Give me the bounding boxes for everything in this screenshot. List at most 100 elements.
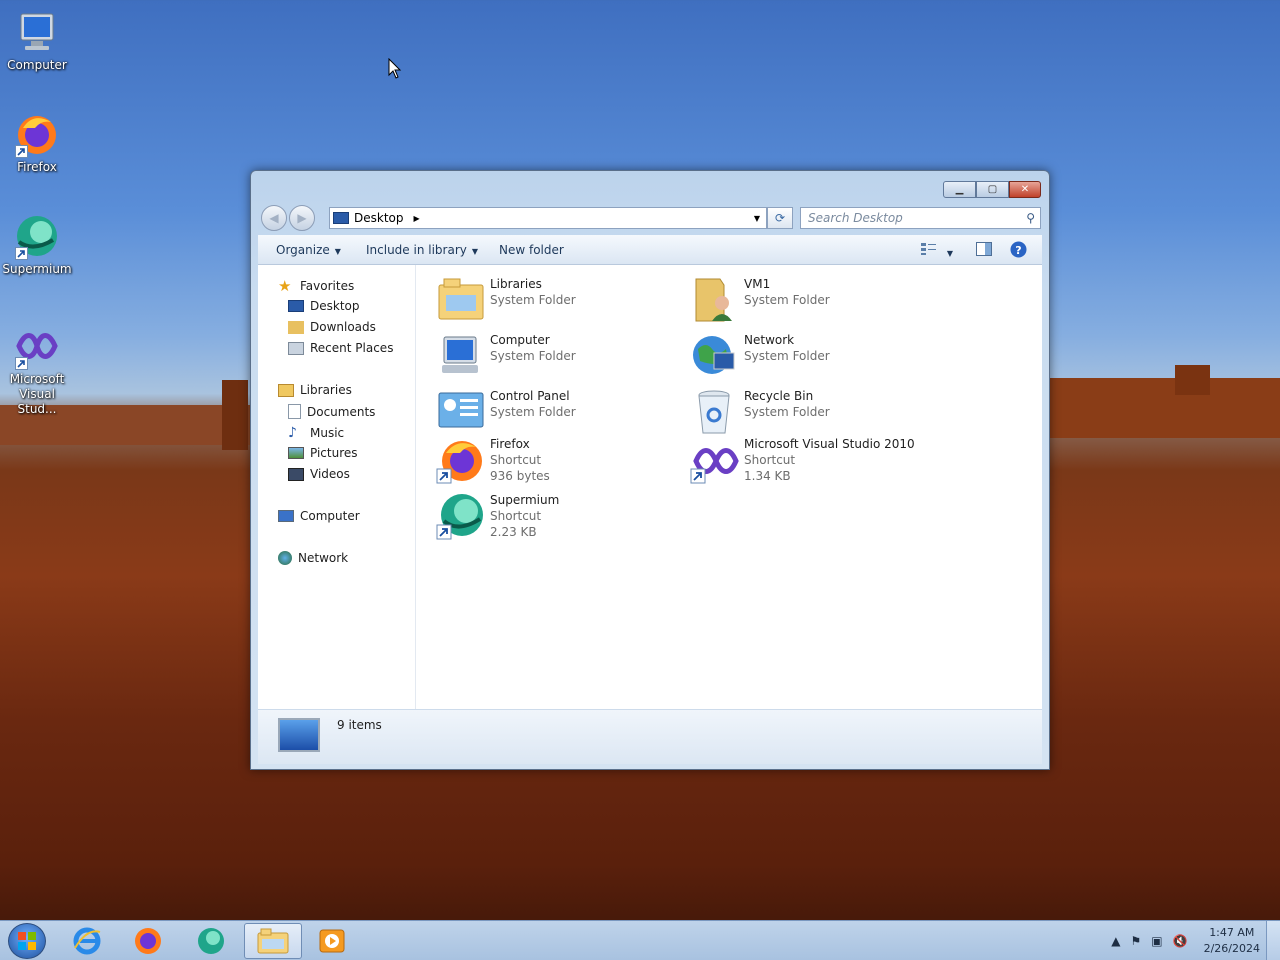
new-folder-button[interactable]: New folder: [499, 243, 564, 257]
desktop-icon-computer[interactable]: Computer: [0, 8, 74, 72]
breadcrumb-arrow-icon[interactable]: ▶: [414, 214, 420, 223]
desktop-location-icon: [333, 212, 349, 224]
minimize-button[interactable]: ▁: [943, 181, 976, 198]
folder-icon: [257, 928, 289, 954]
shortcut-arrow-icon: [15, 145, 28, 158]
file-item-supermium[interactable]: Supermium Shortcut 2.23 KB: [436, 491, 676, 541]
file-item-computer[interactable]: Computer System Folder: [436, 331, 676, 381]
nav-recent-places[interactable]: Recent Places: [288, 341, 393, 355]
chevron-down-icon: ▼: [334, 247, 341, 256]
file-type: Shortcut: [490, 509, 542, 523]
file-item-firefox[interactable]: Firefox Shortcut 936 bytes: [436, 435, 676, 485]
item-count: 9 items: [337, 718, 382, 732]
network-globe-icon: [690, 331, 740, 381]
nav-label: Recent Places: [310, 341, 394, 355]
taskbar-internet-explorer[interactable]: [58, 923, 116, 959]
start-button[interactable]: [8, 923, 46, 959]
svg-text:?: ?: [1015, 244, 1021, 257]
show-desktop-button[interactable]: [1266, 921, 1280, 960]
file-item-vm1[interactable]: VM1 System Folder: [690, 275, 930, 325]
taskbar-media-player[interactable]: [303, 923, 361, 959]
chevron-down-icon: ▼: [946, 249, 953, 258]
close-icon: ✕: [1020, 184, 1030, 195]
new-folder-label: New folder: [499, 243, 564, 257]
nav-label: Pictures: [310, 446, 358, 460]
file-name: Firefox: [490, 437, 530, 451]
desktop-icon-visual-studio[interactable]: Microsoft Visual Stud...: [0, 322, 74, 417]
nav-label: Libraries: [300, 383, 352, 397]
file-size: 936 bytes: [490, 469, 550, 483]
search-input[interactable]: Search Desktop ⚲: [800, 207, 1041, 229]
file-item-libraries[interactable]: Libraries System Folder: [436, 275, 676, 325]
recent-places-icon: [288, 341, 304, 355]
file-item-recycle-bin[interactable]: Recycle Bin System Folder: [690, 387, 930, 437]
computer-icon: [436, 331, 486, 381]
organize-button[interactable]: Organize ▼: [276, 243, 341, 257]
back-arrow-icon: ◀: [269, 211, 279, 225]
clock[interactable]: 1:47 AM 2/26/2024: [1204, 925, 1260, 957]
nav-videos[interactable]: Videos: [288, 467, 350, 481]
nav-label: Videos: [310, 467, 350, 481]
computer-icon: [13, 8, 61, 56]
chevron-down-icon: ▼: [471, 247, 479, 256]
supermium-icon: [436, 491, 486, 541]
background-mesa: [1175, 365, 1210, 395]
file-item-network[interactable]: Network System Folder: [690, 331, 930, 381]
taskbar-windows-explorer[interactable]: [244, 923, 302, 959]
maximize-button[interactable]: ▢: [976, 181, 1009, 198]
desktop-icon-firefox[interactable]: Firefox: [0, 110, 74, 174]
search-icon[interactable]: ⚲: [1026, 211, 1035, 225]
taskbar-supermium[interactable]: [182, 923, 240, 959]
desktop-icon-supermium[interactable]: Supermium: [0, 212, 74, 276]
volume-muted-icon[interactable]: 🔇: [1173, 934, 1188, 948]
nav-label: Music: [310, 426, 345, 440]
close-button[interactable]: ✕: [1009, 181, 1041, 198]
shortcut-arrow-icon: [15, 247, 28, 260]
supermium-icon: [198, 928, 224, 954]
file-name: Supermium: [490, 493, 560, 507]
address-dropdown-icon[interactable]: ▼: [754, 214, 760, 223]
nav-libraries[interactable]: Libraries: [278, 383, 352, 397]
address-location[interactable]: Desktop: [354, 211, 404, 225]
file-type: Shortcut: [490, 453, 542, 467]
back-button[interactable]: ◀: [261, 205, 287, 231]
firefox-icon: [135, 928, 161, 954]
background-mesa: [222, 380, 248, 450]
file-name: Computer: [490, 333, 550, 347]
nav-desktop[interactable]: Desktop: [288, 299, 360, 313]
visual-studio-icon: [13, 322, 61, 370]
forward-button[interactable]: ▶: [289, 205, 315, 231]
file-item-control-panel[interactable]: Control Panel System Folder: [436, 387, 676, 437]
preview-pane-button[interactable]: [976, 242, 992, 259]
help-button[interactable]: ?: [1010, 241, 1027, 261]
nav-music[interactable]: ♪ Music: [288, 425, 344, 441]
refresh-button[interactable]: ⟳: [767, 207, 793, 229]
taskbar-firefox[interactable]: [119, 923, 177, 959]
nav-computer[interactable]: Computer: [278, 509, 360, 523]
desktop-icon-label: Microsoft Visual Stud...: [9, 372, 65, 416]
nav-pictures[interactable]: Pictures: [288, 446, 358, 460]
user-folder-icon: [690, 275, 740, 325]
window-content: ★ Favorites Desktop Downloads Recent Plac…: [258, 265, 1042, 709]
address-bar[interactable]: Desktop ▶ ▼: [329, 207, 767, 229]
include-in-library-button[interactable]: Include in library ▼: [366, 243, 478, 257]
documents-icon: [288, 404, 301, 419]
nav-favorites[interactable]: ★ Favorites: [278, 278, 354, 294]
show-hidden-icons-icon[interactable]: ▲: [1111, 934, 1120, 948]
nav-label: Computer: [300, 509, 360, 523]
media-player-icon: [319, 929, 345, 953]
visual-studio-icon: [690, 435, 740, 485]
change-view-button[interactable]: ▼: [920, 242, 953, 259]
nav-label: Favorites: [300, 279, 355, 293]
network-status-icon[interactable]: ▣: [1151, 934, 1162, 948]
action-center-flag-icon[interactable]: ⚑: [1131, 934, 1142, 948]
nav-downloads[interactable]: Downloads: [288, 320, 376, 334]
nav-documents[interactable]: Documents: [288, 404, 375, 419]
file-size: 1.34 KB: [744, 469, 791, 483]
nav-network[interactable]: Network: [278, 551, 348, 565]
file-name: Microsoft Visual Studio 2010: [744, 437, 915, 451]
file-item-visual-studio[interactable]: Microsoft Visual Studio 2010 Shortcut 1.34…: [690, 435, 930, 485]
file-name: Control Panel: [490, 389, 570, 403]
file-name: VM1: [744, 277, 771, 291]
file-type: System Folder: [490, 293, 576, 307]
